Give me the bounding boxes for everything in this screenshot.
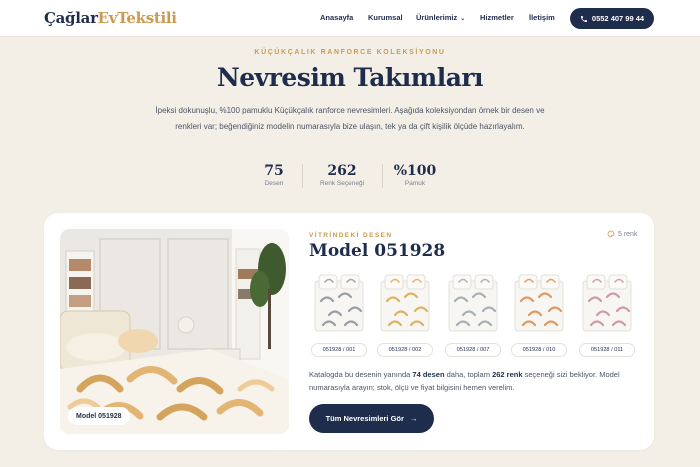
swatch-010[interactable]: 051928 / 010 — [511, 271, 567, 359]
swatch-label: 051928 / 011 — [579, 343, 635, 357]
desc-highlight-desen: 74 desen — [412, 370, 445, 379]
desc-text: daha, toplam — [444, 370, 493, 379]
stats-row: 75 Desen 262 Renk Seçeneği %100 Pamuk — [0, 163, 700, 191]
logo-text-primary: Çağlar — [44, 9, 98, 27]
bedroom-illustration — [60, 229, 289, 434]
nav-item-iletisim[interactable]: İletişim — [529, 13, 555, 22]
stat-value: %100 — [393, 163, 437, 179]
palette-icon — [607, 230, 615, 238]
phone-icon — [580, 15, 587, 22]
swatch-001[interactable]: 051928 / 001 — [311, 271, 367, 359]
swatch-002[interactable]: 051928 / 002 — [377, 271, 433, 359]
duvet-thumbnail — [448, 274, 498, 332]
stat-label: Pamuk — [404, 180, 426, 187]
stat-label: Desen — [264, 180, 284, 187]
color-count: 5 renk — [607, 230, 637, 238]
call-button[interactable]: 0552 407 99 44 — [570, 8, 654, 29]
stat-renk: 262 Renk Seçeneği — [310, 163, 374, 187]
duvet-thumbnail — [514, 274, 564, 332]
swatch-007[interactable]: 051928 / 007 — [445, 271, 501, 359]
stat-label: Renk Seçeneği — [319, 180, 365, 187]
showcase-eyebrow: VİTRİNDEKİ DESEN — [309, 232, 393, 239]
duvet-thumbnail — [380, 274, 430, 332]
arrow-right-icon: → — [409, 414, 418, 423]
hero-eyebrow: KÜÇÜKÇALIK RANFORCE KOLEKSİYONU — [254, 49, 446, 56]
stat-divider — [302, 164, 303, 188]
stat-desen: 75 Desen — [254, 163, 294, 187]
swatch-label: 051928 / 001 — [311, 343, 367, 357]
swatch-label: 051928 / 002 — [377, 343, 433, 357]
swatch-011[interactable]: 051928 / 011 — [579, 271, 635, 359]
duvet-thumbnail — [314, 274, 364, 332]
desc-highlight-renk: 262 renk — [492, 370, 523, 379]
nav-item-hizmetler[interactable]: Hizmetler — [480, 13, 514, 22]
hero-description: İpeksi dokunuşlu, %100 pamuklu Küçükçalı… — [155, 106, 545, 131]
color-count-label: 5 renk — [618, 230, 638, 238]
site-logo[interactable]: ÇağlarEvTekstili — [44, 9, 177, 27]
stat-divider — [382, 164, 383, 188]
nav-item-anasayfa[interactable]: Anasayfa — [320, 13, 353, 22]
swatch-label: 051928 / 010 — [511, 343, 567, 357]
nav-item-urunlerimiz[interactable]: Ürünlerimiz ⌄ — [416, 13, 465, 22]
model-tag: Model 051928 — [68, 407, 130, 425]
showcase-card: Model 051928 VİTRİNDEKİ DESEN Model 0519… — [44, 213, 654, 450]
stat-value: 262 — [327, 163, 357, 179]
phone-number: 0552 407 99 44 — [591, 14, 645, 23]
stat-value: 75 — [264, 163, 284, 179]
desc-text: Katalogda bu desenin yanında — [309, 370, 413, 379]
duvet-thumbnail — [582, 274, 632, 332]
stat-pamuk: %100 Pamuk — [392, 163, 438, 187]
room-photo: Model 051928 — [60, 229, 289, 434]
page-title: Nevresim Takımları — [216, 63, 484, 92]
logo-text-accent: EvTekstili — [97, 9, 177, 27]
nav-item-kurumsal[interactable]: Kurumsal — [368, 13, 403, 22]
all-duvets-button[interactable]: Tüm Nevresimleri Gör → — [309, 404, 434, 433]
site-header: ÇağlarEvTekstili Anasayfa Kurumsal Ürünl… — [0, 0, 700, 37]
nav-item-urunlerimiz-label: Ürünlerimiz — [416, 13, 458, 22]
chevron-down-icon: ⌄ — [460, 16, 466, 22]
showcase-description: Katalogda bu desenin yanında 74 desen da… — [309, 369, 644, 394]
model-title: Model 051928 — [309, 241, 446, 261]
cta-label: Tüm Nevresimleri Gör — [325, 414, 404, 423]
swatch-label: 051928 / 007 — [445, 343, 501, 357]
